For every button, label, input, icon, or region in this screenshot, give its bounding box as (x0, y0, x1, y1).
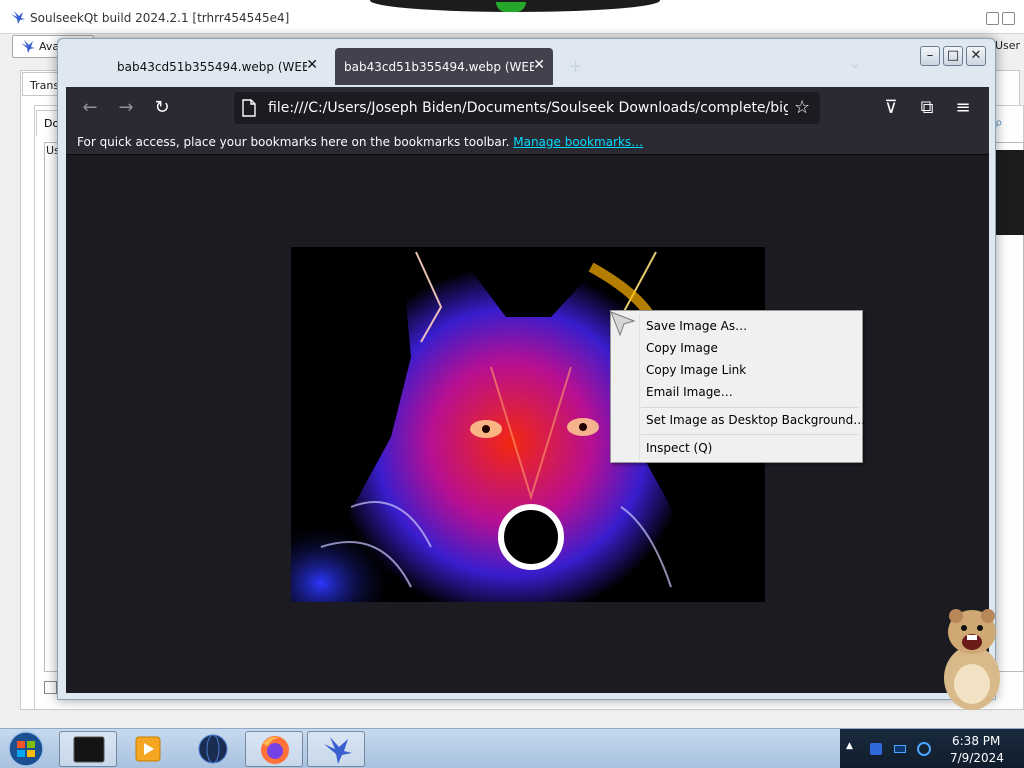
start-button-icon[interactable] (7, 731, 45, 767)
menu-separator (641, 434, 858, 435)
globe-icon (198, 734, 228, 764)
menu-item-set-desktop-background[interactable]: Set Image as Desktop Background… (646, 409, 865, 431)
url-bar[interactable]: file:///C:/Users/Joseph Biden/Documents/… (234, 92, 820, 124)
back-arrow-icon[interactable]: ← (78, 96, 102, 120)
system-tray: ▲ 6:38 PM 7/9/2024 (840, 729, 1024, 768)
navigation-toolbar: ← → ↻ file:///C:/Users/Joseph Biden/Docu… (66, 87, 989, 129)
maximize-button[interactable]: □ (943, 46, 963, 66)
pocket-icon[interactable]: ⊽ (879, 96, 903, 120)
mouse-pointer-icon (610, 311, 636, 337)
menu-item-copy-image-link[interactable]: Copy Image Link (646, 359, 746, 381)
menu-item-inspect[interactable]: Inspect (Q) (646, 437, 712, 459)
right-user-label: User (995, 39, 1021, 52)
hamster-mascot (944, 609, 1000, 710)
browser-tab[interactable]: bab43cd51b355494.webp (WEBP Ima ✕ (108, 48, 326, 85)
manage-bookmarks-link[interactable]: Manage bookmarks… (513, 135, 643, 149)
soulseek-checkbox[interactable] (44, 681, 57, 694)
show-hidden-icons-icon[interactable]: ▲ (846, 741, 853, 751)
taskbar-firefox-app[interactable] (245, 731, 303, 767)
soulseek-window-title: SoulseekQt build 2024.2.1 [trhrr454545e4… (30, 11, 290, 25)
menu-gutter (639, 313, 640, 460)
bookmarks-hint-text: For quick access, place your bookmarks h… (77, 135, 510, 149)
soulseek-bird-icon (324, 737, 352, 764)
menu-separator (641, 407, 858, 408)
new-tab-button[interactable]: + (568, 56, 583, 77)
bookmarks-hint: For quick access, place your bookmarks h… (77, 135, 643, 149)
tab-close-icon[interactable]: ✕ (533, 57, 545, 73)
network-icon[interactable] (892, 741, 908, 757)
media-player-icon (135, 736, 161, 762)
soulseek-bird-icon (21, 40, 35, 53)
soulseek-title-bar[interactable]: SoulseekQt build 2024.2.1 [trhrr454545e4… (0, 0, 1024, 34)
image-context-menu: Save Image As… Copy Image Copy Image Lin… (610, 310, 865, 463)
forward-arrow-icon[interactable]: → (114, 96, 138, 120)
tab-strip: bab43cd51b355494.webp (WEBP Ima ✕ bab43c… (58, 39, 997, 87)
search-icon[interactable]: ⌕ (995, 115, 1015, 135)
close-button[interactable]: ✕ (966, 46, 986, 66)
menu-item-email-image[interactable]: Email Image… (646, 381, 733, 403)
tab-transfers[interactable]: Trans (22, 72, 62, 96)
right-dark-panel (995, 150, 1024, 235)
minimize-button[interactable]: – (920, 46, 940, 66)
tab-close-icon[interactable]: ✕ (306, 57, 318, 73)
soulseek-bird-icon (11, 11, 25, 24)
taskbar: ▲ 6:38 PM 7/9/2024 (0, 728, 1024, 768)
title-decoration (370, 0, 660, 12)
browser-tab-active[interactable]: bab43cd51b355494.webp (WEBP Ima ✕ (335, 48, 553, 85)
menu-item-copy-image[interactable]: Copy Image (646, 337, 718, 359)
hamburger-menu-icon[interactable]: ≡ (951, 96, 975, 120)
reload-icon[interactable]: ↻ (150, 96, 174, 120)
list-all-tabs-button[interactable]: ⌄ (848, 53, 861, 72)
firefox-icon (261, 736, 289, 764)
url-text[interactable]: file:///C:/Users/Joseph Biden/Documents/… (268, 100, 788, 116)
sync-icon[interactable] (916, 741, 932, 757)
soulseek-maximize-button[interactable] (1002, 12, 1015, 25)
tray-app-icon[interactable] (868, 741, 884, 757)
taskbar-soulseek-app[interactable] (307, 731, 365, 767)
taskbar-terminal-app[interactable] (59, 731, 117, 767)
taskbar-globe-app[interactable] (184, 731, 242, 767)
taskbar-media-player-app[interactable] (120, 731, 178, 767)
page-icon (242, 99, 256, 117)
clock-date[interactable]: 7/9/2024 (950, 751, 1004, 765)
tab-title: bab43cd51b355494.webp (WEBP Ima (117, 60, 307, 74)
extensions-icon[interactable]: ⧉ (915, 96, 939, 120)
bookmark-star-icon[interactable]: ☆ (794, 97, 810, 118)
menu-item-save-image-as[interactable]: Save Image As… (646, 315, 747, 337)
bookmarks-toolbar: For quick access, place your bookmarks h… (66, 129, 989, 155)
tab-title: bab43cd51b355494.webp (WEBP Ima (344, 60, 534, 74)
terminal-icon (73, 736, 105, 763)
clock-time[interactable]: 6:38 PM (952, 734, 1000, 748)
soulseek-minimize-button[interactable] (986, 12, 999, 25)
